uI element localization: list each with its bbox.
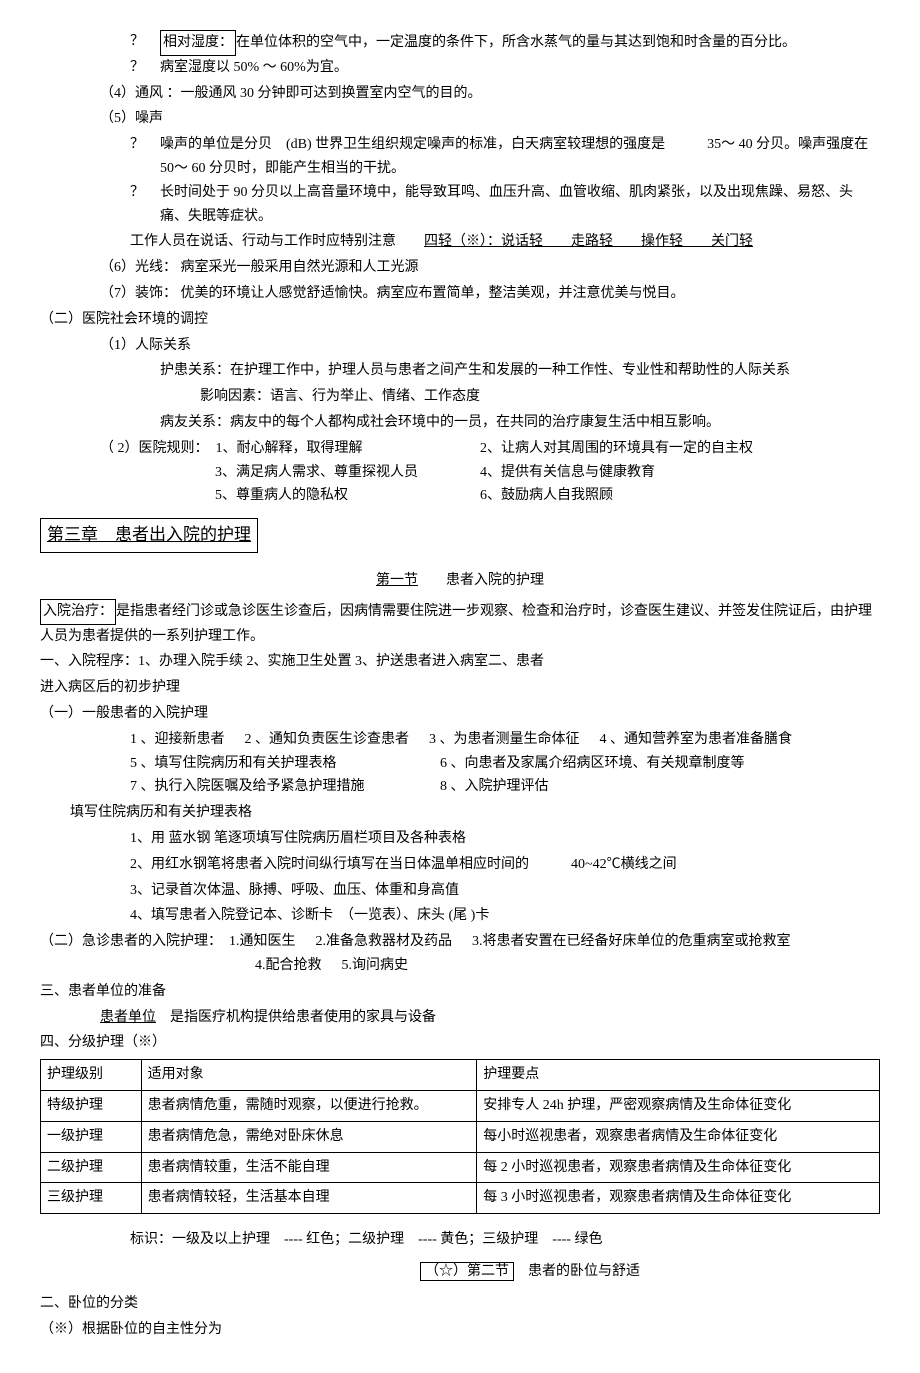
rule5: 5、尊重病人的隐私权: [215, 484, 480, 508]
rule1: （ 2）医院规则： 1、耐心解释，取得理解: [100, 437, 480, 461]
rule6: 6、鼓励病人自我照顾: [480, 484, 613, 508]
table-row: 三级护理 患者病情较轻，生活基本自理 每 3 小时巡视患者，观察患者病情及生命体…: [41, 1183, 880, 1214]
unit-def: 患者单位 是指医疗机构提供给患者使用的家具与设备: [100, 1006, 880, 1030]
e2: 2.准备急救器材及药品: [316, 930, 453, 954]
label-box: 相对湿度：: [160, 30, 236, 56]
emergency-row1: （二）急诊患者的入院护理： 1.通知医生 2.准备急救器材及药品 3.将患者安置…: [40, 930, 880, 954]
unit-text: 是指医疗机构提供给患者使用的家具与设备: [156, 1010, 436, 1025]
admit-row3: 7 、执行入院医嘱及给予紧急护理措施 8 、入院护理评估: [130, 775, 880, 799]
r3c2: 患者病情较重，生活不能自理: [141, 1152, 477, 1183]
admission-proc: 一、入院程序：1、办理入院手续 2、实施卫生处置 3、护送患者进入病室二、患者: [40, 650, 880, 674]
r4c3: 每 3 小时巡视患者，观察患者病情及生命体征变化: [477, 1183, 880, 1214]
sec2-box: （☆）第二节: [420, 1262, 514, 1281]
r2c3: 每小时巡视患者，观察患者病情及生命体征变化: [477, 1121, 880, 1152]
a3: 3 、为患者测量生命体征: [429, 728, 580, 752]
rec4: 4、填写患者入院登记本、诊断卡 （一览表）、床头 (尾 )卡: [130, 904, 880, 928]
fill-records: 填写住院病历和有关护理表格: [70, 801, 880, 825]
admit-row2: 5 、填写住院病历和有关护理表格 6 、向患者及家属介绍病区环境、有关规章制度等: [130, 752, 880, 776]
sec-name: 患者入院的护理: [446, 573, 544, 588]
section1-title: 第一节 患者入院的护理: [40, 569, 880, 593]
r2c1: 一级护理: [41, 1121, 142, 1152]
rules-row2: 3、满足病人需求、尊重探视人员 4、提供有关信息与健康教育: [40, 461, 880, 485]
text: 长时间处于 90 分贝以上高音量环境中，能导致耳鸣、血压升高、血管收缩、肌肉紧张…: [160, 181, 880, 229]
humidity-def: ？ 相对湿度：在单位体积的空气中，一定温度的条件下，所含水蒸气的量与其达到饱和时…: [130, 30, 880, 56]
table-row: 一级护理 患者病情危急，需绝对卧床休息 每小时巡视患者，观察患者病情及生命体征变…: [41, 1121, 880, 1152]
admission-box: 入院治疗：: [40, 599, 116, 625]
r1c2: 患者病情危重，需随时观察，以便进行抢救。: [141, 1090, 477, 1121]
h-level: 护理级别: [41, 1060, 142, 1091]
unit-prep: 三、患者单位的准备: [40, 980, 880, 1004]
section-social: （二）医院社会环境的调控: [40, 308, 880, 332]
text: 噪声的单位是分贝 (dB) 世界卫生组织规定噪声的标准，白天病室较理想的强度是 …: [160, 133, 880, 181]
text: 在单位体积的空气中，一定温度的条件下，所含水蒸气的量与其达到饱和时含量的百分比。: [236, 35, 796, 50]
factors: 影响因素：语言、行为举止、情绪、工作态度: [200, 385, 880, 409]
rule4: 4、提供有关信息与健康教育: [480, 461, 655, 485]
humidity-range: ？ 病室湿度以 50% ～ 60%为宜。: [130, 56, 880, 80]
unit-underline: 患者单位: [100, 1010, 156, 1025]
a8: 8 、入院护理评估: [440, 775, 549, 799]
rec3: 3、记录首次体温、脉搏、呼吸、血压、体重和身高值: [130, 879, 880, 903]
sec-label: 第一节: [376, 573, 418, 588]
sec2-name: 患者的卧位与舒适: [528, 1264, 640, 1279]
r3c1: 二级护理: [41, 1152, 142, 1183]
item-relations: （1）人际关系: [100, 334, 880, 358]
item-light: （6）光线： 病室采光一般采用自然光源和人工光源: [100, 256, 880, 280]
text: 病室湿度以 50% ～ 60%为宜。: [160, 56, 348, 80]
h-points: 护理要点: [477, 1060, 880, 1091]
patient-relations: 病友关系：病友中的每个人都构成社会环境中的一员，在共同的治疗康复生活中相互影响。: [160, 411, 880, 435]
color-legend: 标识：一级及以上护理 ---- 红色；二级护理 ---- 黄色；三级护理 ---…: [130, 1228, 880, 1252]
e1: （二）急诊患者的入院护理： 1.通知医生: [40, 930, 296, 954]
item-decor: （7）装饰： 优美的环境让人感觉舒适愉快。病室应布置简单，整洁美观，并注意优美与…: [100, 282, 880, 306]
r3c3: 每 2 小时巡视患者，观察患者病情及生命体征变化: [477, 1152, 880, 1183]
four-soft: 工作人员在说话、行动与工作时应特别注意 四轻（※）：说话轻 走路轻 操作轻 关门…: [130, 230, 880, 254]
chapter3-title: 第三章 患者出入院的护理: [40, 518, 258, 553]
item-noise: （5）噪声: [100, 107, 880, 131]
bullet-mark: ？: [130, 181, 160, 229]
r1c3: 安排专人 24h 护理，严密观察病情及生命体征变化: [477, 1090, 880, 1121]
rule3: 3、满足病人需求、尊重探视人员: [215, 461, 480, 485]
rules-row1: （ 2）医院规则： 1、耐心解释，取得理解 2、让病人对其周围的环境具有一定的自…: [40, 437, 880, 461]
rule2: 2、让病人对其周围的环境具有一定的自主权: [480, 437, 753, 461]
nurse-patient: 护患关系：在护理工作中，护理人员与患者之间产生和发展的一种工作性、专业性和帮助性…: [160, 359, 880, 383]
a1: 1 、迎接新患者: [130, 728, 225, 752]
table-row: 二级护理 患者病情较重，生活不能自理 每 2 小时巡视患者，观察患者病情及生命体…: [41, 1152, 880, 1183]
a5: 5 、填写住院病历和有关护理表格: [130, 752, 420, 776]
table-header: 护理级别 适用对象 护理要点: [41, 1060, 880, 1091]
prefix: 工作人员在说话、行动与工作时应特别注意: [130, 234, 396, 249]
rec1: 1、用 蓝水钢 笔逐项填写住院病历眉栏项目及各种表格: [130, 827, 880, 851]
position-class: 二、卧位的分类: [40, 1292, 880, 1316]
noise-unit: ？ 噪声的单位是分贝 (dB) 世界卫生组织规定噪声的标准，白天病室较理想的强度…: [130, 133, 880, 181]
noise-effect: ？ 长时间处于 90 分贝以上高音量环境中，能导致耳鸣、血压升高、血管收缩、肌肉…: [130, 181, 880, 229]
e3: 3.将患者安置在已经备好床单位的危重病室或抢救室: [472, 930, 791, 954]
rules-row3: 5、尊重病人的隐私权 6、鼓励病人自我照顾: [40, 484, 880, 508]
a6: 6 、向患者及家属介绍病区环境、有关规章制度等: [440, 752, 745, 776]
four-soft-underline: 四轻（※）：说话轻 走路轻 操作轻 关门轻: [424, 234, 753, 249]
bullet-mark: ？: [130, 133, 160, 181]
rec2: 2、用红水钢笔将患者入院时间纵行填写在当日体温单相应时间的 40~42℃横线之间: [130, 853, 880, 877]
a7: 7 、执行入院医嘱及给予紧急护理措施: [130, 775, 420, 799]
h-target: 适用对象: [141, 1060, 477, 1091]
r1c1: 特级护理: [41, 1090, 142, 1121]
e4: 4.配合抢救: [255, 954, 322, 978]
emergency-row2: 4.配合抢救 5.询问病史: [255, 954, 880, 978]
bullet-mark: ？: [130, 56, 160, 80]
admission-proc2: 进入病区后的初步护理: [40, 676, 880, 700]
a4: 4 、通知营养室为患者准备膳食: [600, 728, 793, 752]
a2: 2 、通知负责医生诊查患者: [245, 728, 410, 752]
admit-row1: 1 、迎接新患者 2 、通知负责医生诊查患者 3 、为患者测量生命体征 4 、通…: [130, 728, 880, 752]
bullet-mark: ？: [130, 30, 160, 56]
position-autonomy: （※）根据卧位的自主性分为: [40, 1318, 880, 1342]
e5: 5.询问病史: [342, 954, 409, 978]
general-admission: （一）一般患者的入院护理: [40, 702, 880, 726]
graded-care: 四、分级护理（※）: [40, 1031, 880, 1055]
r2c2: 患者病情危急，需绝对卧床休息: [141, 1121, 477, 1152]
section2-title: （☆）第二节 患者的卧位与舒适: [420, 1260, 880, 1284]
table-row: 特级护理 患者病情危重，需随时观察，以便进行抢救。 安排专人 24h 护理，严密…: [41, 1090, 880, 1121]
admission-def: 入院治疗：是指患者经门诊或急诊医生诊查后，因病情需要住院进一步观察、检查和治疗时…: [40, 599, 880, 649]
admission-text: 是指患者经门诊或急诊医生诊查后，因病情需要住院进一步观察、检查和治疗时，诊查医生…: [40, 604, 872, 644]
item-ventilation: （4）通风 ：一般通风 30 分钟即可达到换置室内空气的目的。: [100, 82, 880, 106]
r4c2: 患者病情较轻，生活基本自理: [141, 1183, 477, 1214]
care-level-table: 护理级别 适用对象 护理要点 特级护理 患者病情危重，需随时观察，以便进行抢救。…: [40, 1059, 880, 1214]
r4c1: 三级护理: [41, 1183, 142, 1214]
